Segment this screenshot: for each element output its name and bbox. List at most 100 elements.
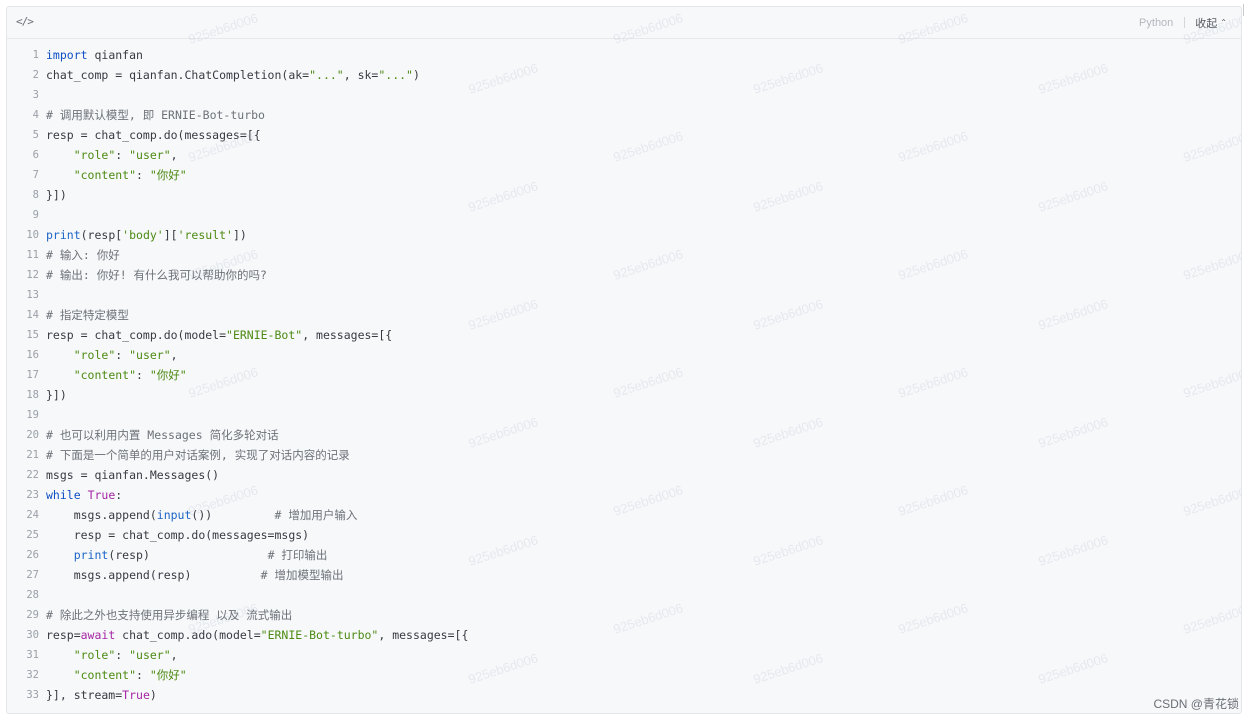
line-number: 1 (32, 49, 39, 61)
code-token: # 调用默认模型, 即 ERNIE-Bot-turbo (46, 108, 265, 122)
code-line: 23 while True: (7, 485, 1241, 505)
code-token: "content" (73, 168, 137, 182)
code-token: , (170, 648, 178, 662)
code-token: "你好" (149, 368, 187, 382)
code-line: 17 "content": "你好" (7, 365, 1241, 385)
code-line: 15 resp = chat_comp.do(model="ERNIE-Bot",… (7, 325, 1241, 345)
line-number: 19 (26, 409, 39, 421)
side-scroll-marker (1243, 4, 1247, 16)
code-line: 8}]) (7, 185, 1241, 205)
line-code: msgs = qianfan.Messages() (46, 465, 219, 485)
code-token: , messages=[{ (302, 328, 393, 342)
code-token: : (115, 648, 130, 662)
code-token: ()) (191, 508, 275, 522)
code-token: , sk= (343, 68, 379, 82)
line-number: 11 (26, 249, 39, 261)
code-token: # 也可以利用内置 Messages 简化多轮对话 (46, 428, 279, 442)
code-token: "role" (73, 348, 116, 362)
line-code: "role": "user", (46, 145, 178, 165)
code-line: 10 print(resp['body']['result']) (7, 225, 1241, 245)
code-token: }]) (46, 188, 67, 202)
code-token: (resp[ (80, 228, 123, 242)
code-line: 9 (7, 205, 1241, 225)
line-code: }], stream=True) (46, 685, 157, 705)
code-line: 32 "content": "你好" (7, 665, 1241, 685)
code-line: 12 # 输出: 你好! 有什么我可以帮助你的吗? (7, 265, 1241, 285)
code-line: 13 (7, 285, 1241, 305)
line-number: 31 (26, 649, 39, 661)
code-token: "ERNIE-Bot" (226, 328, 303, 342)
line-code: # 输出: 你好! 有什么我可以帮助你的吗? (46, 265, 267, 285)
code-token: # 增加模型输出 (260, 568, 344, 582)
line-number: 8 (32, 189, 39, 201)
code-token: resp= (46, 628, 81, 642)
language-label: Python (1139, 16, 1174, 29)
line-number: 7 (32, 169, 39, 181)
collapse-button[interactable]: 收起 ⌃ (1195, 15, 1227, 31)
code-token: msgs.append(resp) (46, 568, 261, 582)
line-number: 25 (26, 529, 39, 541)
line-number: 5 (32, 129, 39, 141)
code-token: # 输入: 你好 (46, 248, 120, 262)
code-token: ]) (232, 228, 247, 242)
line-code: import qianfan (46, 45, 143, 65)
code-token: , messages=[{ (378, 628, 469, 642)
code-line: 24 msgs.append(input()) # 增加用户输入 (7, 505, 1241, 525)
code-line: 33}], stream=True) (7, 685, 1241, 705)
line-number: 9 (32, 209, 39, 221)
code-token: chat_comp.ado(model= (115, 628, 261, 642)
line-number: 6 (32, 149, 39, 161)
line-code: # 输入: 你好 (46, 245, 120, 265)
code-token: msgs.append( (46, 508, 157, 522)
code-content[interactable]: 1 import qianfan 2 chat_comp = qianfan.Chat… (7, 45, 1241, 705)
code-line: 31 "role": "user", (7, 645, 1241, 665)
code-token: # 输出: 你好! 有什么我可以帮助你的吗? (46, 268, 267, 282)
line-number: 22 (26, 469, 39, 481)
code-token: print (46, 228, 81, 242)
code-token: print (73, 548, 109, 562)
code-token: : (136, 168, 150, 182)
line-number: 12 (26, 269, 39, 281)
line-code: # 指定特定模型 (46, 305, 129, 325)
code-token: "role" (73, 648, 116, 662)
line-number: 13 (26, 289, 39, 301)
line-number: 2 (32, 69, 39, 81)
line-number: 30 (26, 629, 39, 641)
code-line: 25 resp = chat_comp.do(messages=msgs) (7, 525, 1241, 545)
code-block: </> Python 收起 ⌃ 1 import qianfan 2 chat_com… (6, 6, 1242, 714)
code-token: resp = chat_comp.do(messages=[{ (46, 128, 261, 142)
line-number: 4 (32, 109, 39, 121)
code-token: "ERNIE-Bot-turbo" (260, 628, 379, 642)
code-icon: </> (16, 15, 34, 28)
csdn-credit: CSDN @青花锁 (1153, 697, 1239, 711)
line-number: 17 (26, 369, 39, 381)
code-line: 4 # 调用默认模型, 即 ERNIE-Bot-turbo (7, 105, 1241, 125)
code-token: "..." (309, 68, 344, 82)
line-number: 23 (26, 489, 39, 501)
line-number: 3 (32, 89, 39, 101)
line-code: resp = chat_comp.do(messages=[{ (46, 125, 261, 145)
line-code: "content": "你好" (46, 665, 187, 685)
code-token: ) (149, 688, 157, 702)
line-code: # 下面是一个简单的用户对话案例, 实现了对话内容的记录 (46, 445, 350, 465)
code-token: while (46, 488, 81, 502)
code-line: 5 resp = chat_comp.do(messages=[{ (7, 125, 1241, 145)
code-line: 2 chat_comp = qianfan.ChatCompletion(ak="… (7, 65, 1241, 85)
toolbar-divider (1184, 17, 1186, 28)
code-token: "content" (73, 668, 137, 682)
code-token: : (115, 488, 123, 502)
line-code: resp=await chat_comp.ado(model="ERNIE-Bo… (46, 625, 468, 645)
code-token: resp = chat_comp.do(messages=msgs) (46, 528, 310, 542)
code-line: 20 # 也可以利用内置 Messages 简化多轮对话 (7, 425, 1241, 445)
code-token: 'body' (122, 228, 164, 242)
code-token: msgs = qianfan.Messages() (46, 468, 220, 482)
line-code: "content": "你好" (46, 165, 187, 185)
code-token: "你好" (149, 668, 187, 682)
line-code: }]) (46, 385, 67, 405)
code-token: import (46, 48, 88, 62)
